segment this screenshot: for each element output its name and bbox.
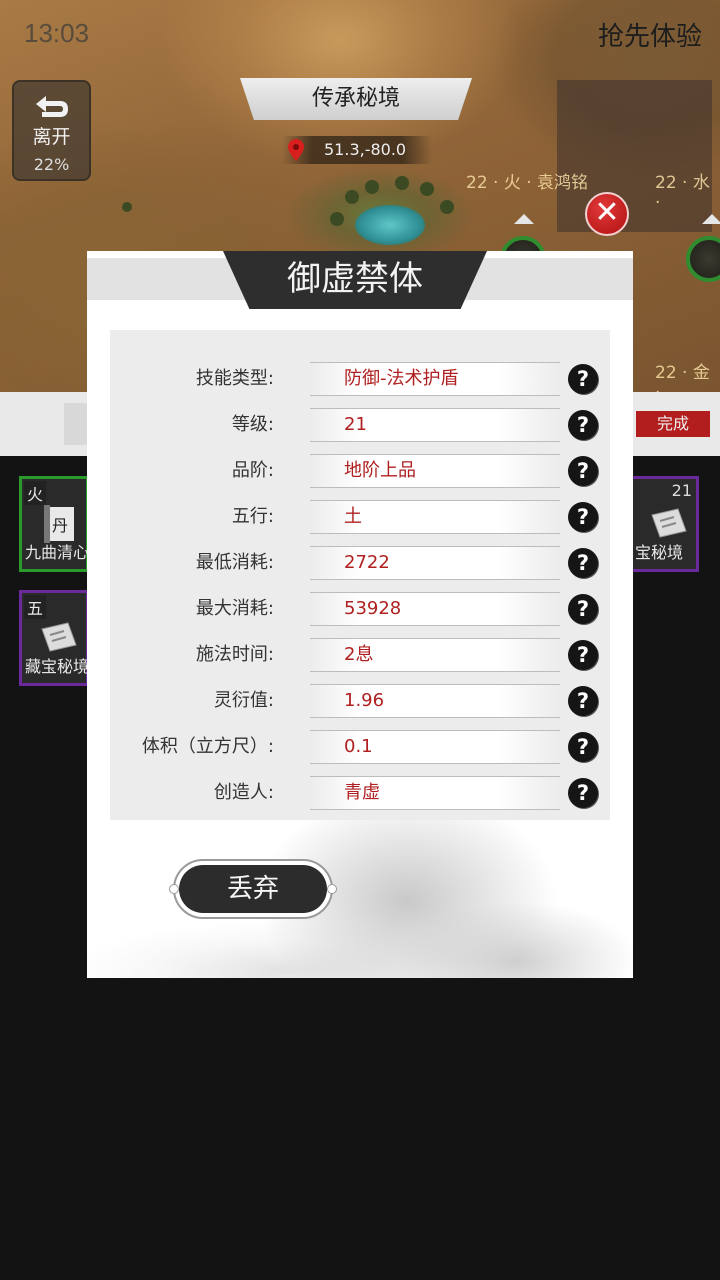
coordinates-readout: 51.3,-80.0 — [282, 136, 432, 164]
attribute-label: 施法时间: — [195, 644, 274, 665]
tab-placeholder[interactable] — [64, 403, 88, 445]
attribute-label: 最大消耗: — [195, 598, 274, 619]
pill-scroll-icon: 丹 — [44, 505, 74, 543]
attribute-label: 等级: — [231, 414, 274, 435]
help-icon[interactable]: ? — [568, 732, 598, 762]
done-button[interactable]: 完成 — [636, 411, 710, 437]
attribute-row: 等级: 21 ? — [110, 402, 610, 448]
attribute-table: 技能类型: 防御-法术护盾 ? 等级: 21 ? 品阶: 地阶上品 ? 五行: … — [110, 330, 610, 820]
item-name: 藏宝秘境 — [25, 657, 90, 676]
node-marker-arrow — [514, 214, 534, 224]
element-tag: 五 — [24, 595, 47, 619]
help-icon[interactable]: ? — [568, 640, 598, 670]
help-icon[interactable]: ? — [568, 548, 598, 578]
attribute-row: 品阶: 地阶上品 ? — [110, 448, 610, 494]
palm-tree — [365, 180, 379, 194]
discard-button[interactable]: 丢弃 — [169, 859, 337, 919]
palm-tree — [330, 212, 344, 226]
attribute-label: 灵衍值: — [213, 690, 274, 711]
dialog-title: 御虚禁体 — [223, 251, 487, 309]
attribute-row: 施法时间: 2息 ? — [110, 632, 610, 678]
location-name-banner: 传承秘境 — [240, 78, 472, 120]
attribute-value: 53928 — [344, 598, 402, 619]
attribute-row: 灵衍值: 1.96 ? — [110, 678, 610, 724]
inventory-item[interactable]: 火 丹 九曲清心 — [19, 476, 89, 572]
map-node-label: 22 · 火 · 袁鸿铭 — [466, 173, 589, 193]
node-marker-arrow — [702, 214, 720, 224]
attribute-value: 防御-法术护盾 — [344, 368, 459, 389]
skill-detail-dialog: 御虚禁体 技能类型: 防御-法术护盾 ? 等级: 21 ? 品阶: 地阶上品 ?… — [87, 251, 633, 978]
close-button[interactable]: ✕ — [585, 192, 629, 236]
item-name: 宝秘境 — [635, 543, 684, 562]
attribute-label: 技能类型: — [195, 368, 274, 389]
palm-tree — [395, 176, 409, 190]
palm-tree — [440, 200, 454, 214]
help-icon[interactable]: ? — [568, 456, 598, 486]
attribute-row: 体积（立方尺）: 0.1 ? — [110, 724, 610, 770]
return-arrow-icon — [35, 96, 68, 117]
attribute-row: 五行: 土 ? — [110, 494, 610, 540]
attribute-label: 体积（立方尺）: — [141, 736, 274, 757]
attribute-row: 最低消耗: 2722 ? — [110, 540, 610, 586]
attribute-label: 最低消耗: — [195, 552, 274, 573]
button-ornament — [327, 884, 337, 894]
attribute-label: 创造人: — [213, 782, 274, 803]
attribute-label: 五行: — [231, 506, 274, 527]
help-icon[interactable]: ? — [568, 502, 598, 532]
button-ornament — [169, 884, 179, 894]
inventory-item[interactable]: 五 藏宝秘境 — [19, 590, 89, 686]
attribute-value: 土 — [344, 506, 362, 527]
help-icon[interactable]: ? — [568, 364, 598, 394]
element-tag: 火 — [24, 481, 47, 505]
palm-tree — [345, 190, 359, 204]
palm-tree — [420, 182, 434, 196]
map-scroll-icon — [41, 622, 77, 652]
attribute-value: 2息 — [344, 644, 374, 665]
discard-button-label: 丢弃 — [179, 865, 327, 913]
attribute-value: 0.1 — [344, 736, 373, 757]
location-pin-icon — [288, 139, 304, 161]
attribute-value: 21 — [344, 414, 367, 435]
attribute-value: 地阶上品 — [344, 460, 416, 481]
clock-time: 13:03 — [24, 18, 90, 48]
map-node-label: 22 · 金 · — [655, 363, 710, 392]
leave-label: 离开 — [32, 126, 71, 148]
attribute-value: 1.96 — [344, 690, 385, 711]
attribute-label: 品阶: — [231, 460, 274, 481]
leave-percent: 22% — [33, 155, 70, 174]
help-icon[interactable]: ? — [568, 594, 598, 624]
attribute-value: 青虚 — [344, 782, 380, 803]
map-node-label: 22 · 水 · — [655, 173, 710, 213]
map-scroll-icon — [651, 508, 687, 538]
attribute-value: 2722 — [344, 552, 390, 573]
inventory-item[interactable]: 21 宝秘境 — [629, 476, 699, 572]
item-level: 21 — [671, 481, 692, 500]
bush — [122, 202, 132, 212]
item-name: 九曲清心 — [25, 543, 90, 562]
help-icon[interactable]: ? — [568, 410, 598, 440]
attribute-row: 技能类型: 防御-法术护盾 ? — [110, 356, 610, 402]
map-node[interactable] — [686, 236, 720, 282]
early-access-label: 抢先体验 — [597, 22, 702, 52]
leave-button[interactable]: 离开 22% — [12, 80, 91, 181]
attribute-row: 创造人: 青虚 ? — [110, 770, 610, 816]
ink-mountain-decoration — [87, 811, 633, 978]
oasis-lake — [355, 205, 425, 245]
svg-text:丹: 丹 — [52, 516, 68, 535]
help-icon[interactable]: ? — [568, 778, 598, 808]
help-icon[interactable]: ? — [568, 686, 598, 716]
attribute-row: 最大消耗: 53928 ? — [110, 586, 610, 632]
